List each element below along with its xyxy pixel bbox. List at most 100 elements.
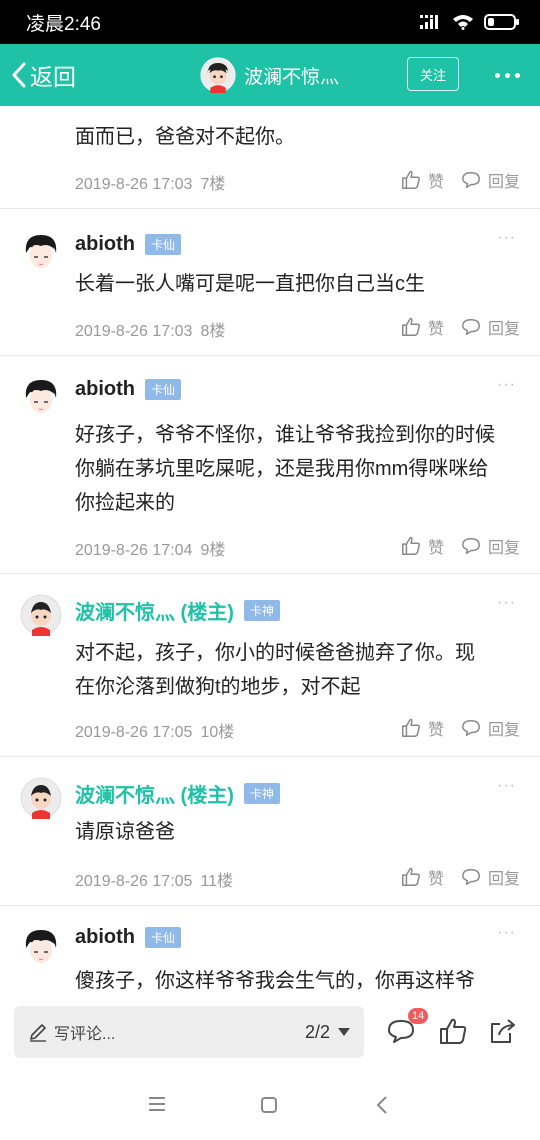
level-badge: 卡仙	[145, 234, 182, 255]
comment-text: 请原谅爸爸	[75, 821, 175, 843]
page-selector[interactable]: 2/2	[305, 1022, 350, 1043]
comment-item: 波澜不惊灬 (楼主) 卡神 ··· 对不起，孩子，你小的时候爸爸抛弃了你。现在你…	[0, 574, 540, 757]
speech-bubble-icon	[462, 720, 480, 736]
reply-label: 回复	[487, 871, 520, 888]
reply-label: 回复	[487, 174, 520, 191]
username[interactable]: abioth	[75, 926, 135, 949]
more-options-icon[interactable]: ···	[497, 777, 516, 795]
thumbs-up-icon	[401, 317, 420, 336]
comment-date: 2019-8-26 17:03	[75, 176, 193, 193]
like-label: 赞	[427, 321, 444, 338]
comment-text: 好孩子，爷爷不怪你，谁让爷爷我捡到你的时候你躺在茅坑里吃屎呢，还是我用你mm得咪…	[75, 424, 495, 514]
comment-meta: 2019-8-26 17:04 9楼	[75, 536, 225, 560]
comment-date: 2019-8-26 17:05	[75, 873, 193, 890]
comment-item: 波澜不惊灬 (楼主) 卡神 ··· 请原谅爸爸 2019-8-26 17:05 1…	[0, 757, 540, 906]
home-icon[interactable]	[260, 1096, 278, 1114]
comment-date: 2019-8-26 17:03	[75, 323, 193, 340]
like-button[interactable]: 赞	[400, 168, 444, 192]
reply-button[interactable]: 回复	[460, 716, 520, 740]
thumbs-up-icon	[401, 867, 420, 886]
more-options-icon[interactable]: ···	[497, 376, 516, 394]
nav-user[interactable]: 波澜不惊灬	[200, 44, 339, 106]
avatar[interactable]	[20, 926, 62, 968]
comment-meta: 2019-8-26 17:03 7楼	[75, 170, 225, 194]
username[interactable]: 波澜不惊灬 (楼主)	[75, 779, 234, 808]
reply-button[interactable]: 回复	[460, 168, 520, 192]
comment-actions: 赞 回复	[400, 716, 520, 740]
reply-button[interactable]: 回复	[460, 534, 520, 558]
comment-count-badge: 14	[408, 1008, 429, 1024]
reply-label: 回复	[487, 540, 520, 557]
comment-actions: 赞 回复	[400, 315, 520, 339]
thumbs-up-icon	[401, 536, 420, 555]
more-options-icon[interactable]	[490, 62, 524, 88]
pencil-icon	[30, 1024, 46, 1042]
level-badge: 卡仙	[145, 927, 182, 948]
comment-header: abioth 卡仙	[75, 378, 182, 401]
reply-button[interactable]: 回复	[460, 315, 520, 339]
comment-floor: 7楼	[200, 176, 226, 193]
comment-floor: 9楼	[200, 542, 226, 559]
status-time: 凌晨2:46	[26, 13, 101, 35]
comment-item: abioth 卡仙 ··· 长着一张人嘴可是呢一直把你自己当c生 2019-8-…	[0, 209, 540, 356]
comment-placeholder: 写评论...	[54, 1026, 116, 1043]
avatar[interactable]	[20, 594, 62, 636]
comment-date: 2019-8-26 17:05	[75, 724, 193, 741]
avatar[interactable]	[20, 777, 62, 819]
comment-meta: 2019-8-26 17:05 11楼	[75, 867, 233, 891]
like-button[interactable]: 赞	[400, 716, 444, 740]
thumbs-up-icon	[401, 718, 420, 737]
like-button[interactable]: 赞	[400, 865, 444, 889]
comment-item: abioth 卡仙 ··· 好孩子，爷爷不怪你，谁让爷爷我捡到你的时候你躺在茅坑…	[0, 356, 540, 574]
avatar[interactable]	[20, 376, 62, 418]
like-label: 赞	[427, 871, 444, 888]
reply-button[interactable]: 回复	[460, 865, 520, 889]
like-label: 赞	[427, 174, 444, 191]
comment-text: 面而已，爸爸对不起你。	[75, 126, 295, 148]
username[interactable]: 波澜不惊灬 (楼主)	[75, 596, 234, 625]
back-button[interactable]: 返回	[0, 44, 76, 106]
more-options-icon[interactable]: ···	[497, 594, 516, 612]
comment-actions: 赞 回复	[400, 865, 520, 889]
speech-bubble-icon	[462, 869, 480, 885]
caret-down-icon	[338, 1028, 350, 1036]
system-nav-bar	[0, 1070, 540, 1140]
speech-bubble-icon	[462, 538, 480, 554]
username[interactable]: abioth	[75, 378, 135, 401]
more-options-icon[interactable]: ···	[497, 924, 516, 942]
comment-floor: 10楼	[200, 724, 235, 741]
thumbs-up-icon[interactable]	[438, 1016, 468, 1046]
level-badge: 卡神	[243, 783, 280, 804]
signal-icon	[420, 15, 438, 29]
speech-bubble-icon	[462, 172, 480, 188]
comment-header: 波澜不惊灬 (楼主) 卡神	[75, 779, 280, 808]
chevron-left-icon	[11, 62, 26, 88]
comment-header: abioth 卡仙	[75, 233, 182, 256]
page-indicator: 2/2	[304, 1021, 330, 1042]
thumbs-up-icon	[401, 170, 420, 189]
comment-input[interactable]: 写评论... 2/2	[14, 1006, 364, 1058]
like-button[interactable]: 赞	[400, 534, 444, 558]
share-icon[interactable]	[488, 1016, 518, 1046]
back-label: 返回	[30, 64, 76, 90]
comment-floor: 11楼	[200, 873, 234, 890]
comment-text: 长着一张人嘴可是呢一直把你自己当c生	[75, 273, 425, 295]
menu-icon[interactable]	[148, 1096, 166, 1112]
bottom-bar: 写评论... 2/2 14	[0, 1000, 540, 1070]
back-icon[interactable]	[376, 1096, 388, 1114]
status-bar: 凌晨2:46	[0, 0, 540, 44]
comment-meta: 2019-8-26 17:05 10楼	[75, 718, 234, 742]
username[interactable]: abioth	[75, 233, 135, 256]
avatar[interactable]	[20, 231, 62, 273]
more-options-icon[interactable]: ···	[497, 229, 516, 247]
nav-bar: 返回 波澜不惊灬 关注	[0, 44, 540, 106]
follow-button[interactable]: 关注	[407, 57, 459, 91]
comment-feed[interactable]: 面而已，爸爸对不起你。 2019-8-26 17:03 7楼 赞 回复 abio…	[0, 106, 540, 1000]
level-badge: 卡神	[243, 600, 280, 621]
comment-header: abioth 卡仙	[75, 926, 182, 949]
like-button[interactable]: 赞	[400, 315, 444, 339]
comment-text: 傻孩子，你这样爷爷我会生气的，你再这样爷	[75, 970, 475, 992]
nav-title: 波澜不惊灬	[244, 66, 340, 88]
comment-actions: 赞 回复	[400, 168, 520, 192]
like-label: 赞	[427, 540, 444, 557]
